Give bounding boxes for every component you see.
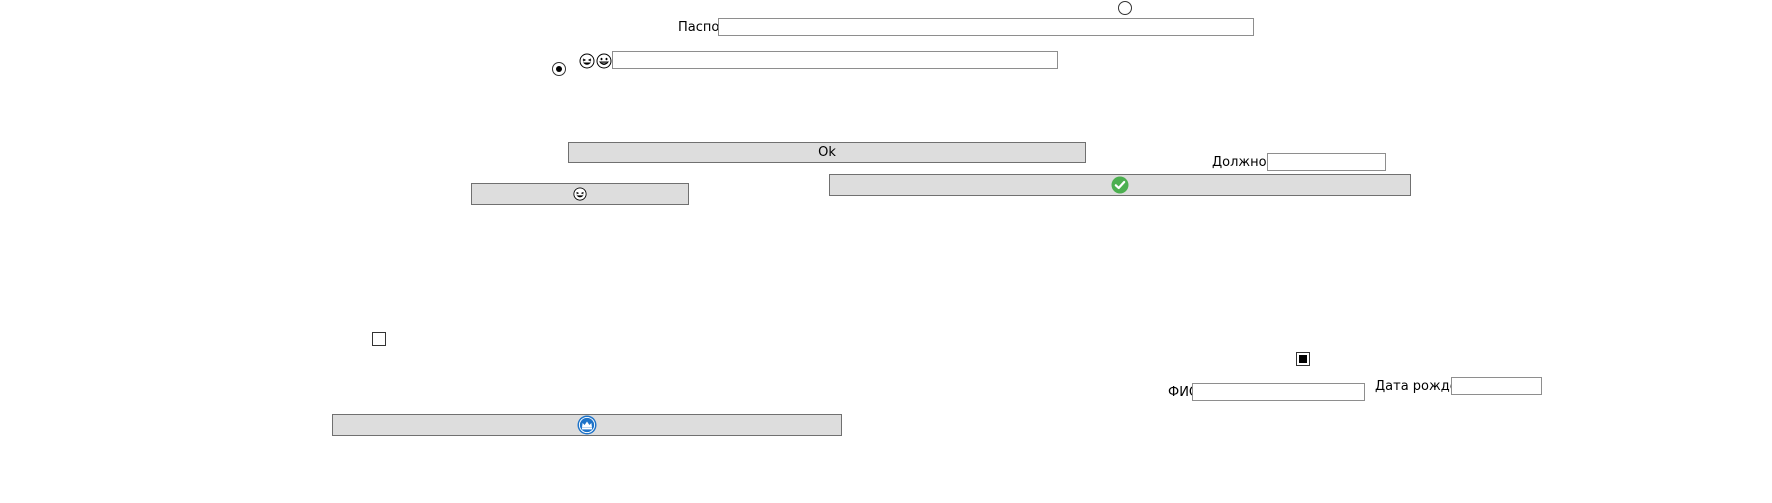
position-input[interactable] [1267,153,1386,171]
fio-input[interactable] [1192,383,1365,401]
grinning-squint-emoji-icon [573,187,587,201]
blue-crown-badge-icon [577,415,597,435]
radio-selected[interactable] [552,62,566,76]
checkbox-right[interactable] [1296,352,1310,366]
emoji-button[interactable] [471,183,689,205]
grinning-squint-emoji-icon [579,53,595,69]
grinning-emoji-icon [596,53,612,69]
birthdate-input[interactable] [1451,377,1542,395]
confirm-button[interactable] [829,174,1411,196]
bottom-action-button[interactable] [332,414,842,436]
radio-top[interactable] [1118,1,1132,15]
ok-button[interactable]: Ok [568,142,1086,163]
check-circle-icon [1111,176,1129,194]
checkbox-left[interactable] [372,332,386,346]
passport-input[interactable] [718,18,1254,36]
emoji-text-input[interactable] [612,51,1058,69]
